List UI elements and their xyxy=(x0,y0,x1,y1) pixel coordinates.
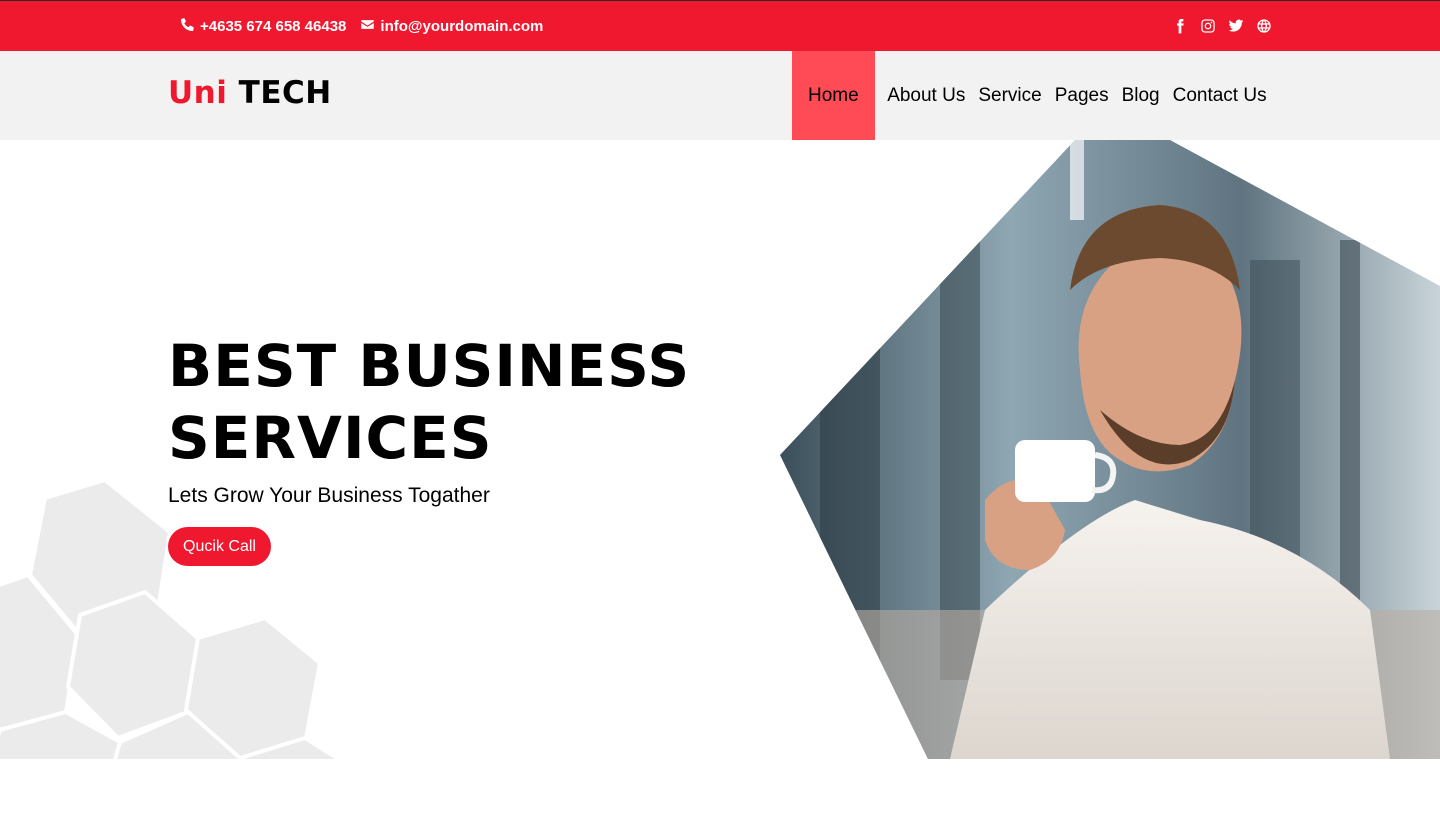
envelope-icon xyxy=(360,17,375,36)
phone-icon xyxy=(180,17,195,36)
brand-logo[interactable]: Uni TECH xyxy=(168,75,332,111)
brand-logo-tech: TECH xyxy=(238,75,332,111)
top-bar: +4635 674 658 46438 info@yourdomain.com xyxy=(0,0,1440,51)
hero-title-line1: BEST BUSINESS xyxy=(168,332,691,400)
twitter-icon[interactable] xyxy=(1228,17,1244,34)
hero-photo xyxy=(780,140,1440,759)
globe-icon[interactable] xyxy=(1256,17,1272,34)
hero-section: BEST BUSINESS SERVICES Lets Grow Your Bu… xyxy=(0,140,1440,759)
nav-item-contact-us[interactable]: Contact Us xyxy=(1166,51,1273,140)
nav-item-home[interactable]: Home xyxy=(792,51,875,140)
nav-item-service[interactable]: Service xyxy=(972,51,1048,140)
nav-item-about-us[interactable]: About Us xyxy=(881,51,972,140)
hero-title: BEST BUSINESS SERVICES xyxy=(168,330,768,474)
social-links xyxy=(1172,17,1272,34)
contact-info: +4635 674 658 46438 info@yourdomain.com xyxy=(180,17,543,36)
hero-subtitle: Lets Grow Your Business Togather xyxy=(168,484,490,507)
facebook-icon[interactable] xyxy=(1172,17,1188,34)
instagram-icon[interactable] xyxy=(1200,17,1216,34)
main-navbar: Uni TECH Home About Us Service Pages Blo… xyxy=(0,51,1440,140)
email-address: info@yourdomain.com xyxy=(380,18,544,35)
quick-call-button[interactable]: Qucik Call xyxy=(168,527,271,566)
nav-item-blog[interactable]: Blog xyxy=(1115,51,1166,140)
phone-contact[interactable]: +4635 674 658 46438 xyxy=(180,17,346,36)
nav-menu: Home About Us Service Pages Blog Contact… xyxy=(792,51,1273,140)
brand-logo-uni: Uni xyxy=(168,75,228,111)
email-contact[interactable]: info@yourdomain.com xyxy=(360,17,543,36)
hero-title-line2: SERVICES xyxy=(168,404,493,472)
nav-item-pages[interactable]: Pages xyxy=(1048,51,1115,140)
hexagon-pattern xyxy=(0,480,342,759)
phone-number: +4635 674 658 46438 xyxy=(200,18,347,35)
